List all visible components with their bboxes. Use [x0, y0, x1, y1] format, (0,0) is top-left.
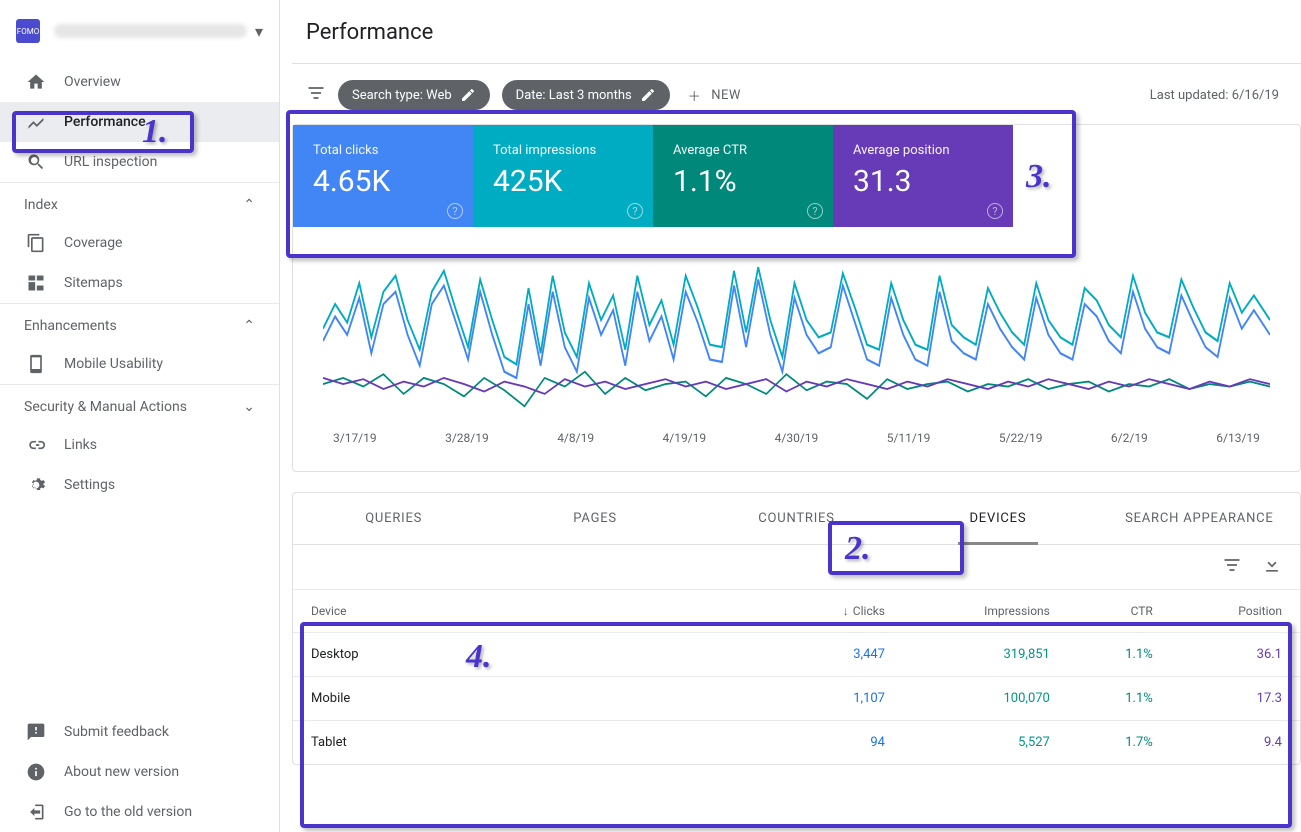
table-card: QUERIES PAGES COUNTRIES DEVICES SEARCH A… [292, 492, 1301, 765]
sidebar-label: Sitemaps [64, 275, 123, 291]
help-icon[interactable]: ? [807, 203, 823, 219]
download-icon[interactable] [1262, 555, 1282, 579]
metrics-row: Total clicks 4.65K ? Total impressions 4… [293, 125, 1300, 227]
property-selector[interactable]: FOMO ▾ [0, 0, 279, 62]
plus-icon: ＋ [688, 86, 702, 105]
table-row[interactable]: Desktop3,447319,8511.1%36.1 [293, 633, 1300, 677]
tab-queries[interactable]: QUERIES [293, 493, 494, 544]
metric-average-ctr[interactable]: Average CTR 1.1% ? [653, 125, 833, 227]
gear-icon [24, 473, 48, 497]
chart-line-icon [24, 110, 48, 134]
sidebar-item-mobile-usability[interactable]: Mobile Usability [0, 344, 279, 384]
sidebar-label: Mobile Usability [64, 356, 163, 372]
last-updated-label: Last updated: 6/16/19 [1150, 88, 1287, 103]
sidebar-section-index[interactable]: Index ⌃ [0, 182, 279, 223]
filter-icon[interactable] [306, 83, 326, 107]
phone-icon [24, 352, 48, 376]
sidebar-footer-about[interactable]: About new version [0, 752, 279, 792]
property-url-blurred [54, 24, 247, 38]
feedback-icon [24, 720, 48, 744]
pencil-icon [460, 87, 476, 103]
sidebar-item-url-inspection[interactable]: URL inspection [0, 142, 279, 182]
sidebar-label: Settings [64, 477, 115, 493]
main-content: Performance Search type: Web Date: Last … [280, 0, 1301, 832]
page-title: Performance [292, 0, 1301, 64]
sidebar-item-sitemaps[interactable]: Sitemaps [0, 263, 279, 303]
sidebar-item-links[interactable]: Links [0, 425, 279, 465]
sidebar-item-performance[interactable]: Performance [0, 102, 279, 142]
property-logo: FOMO [16, 19, 40, 43]
th-position[interactable]: Position [1171, 590, 1300, 633]
sidebar-label: Coverage [64, 235, 122, 251]
sidebar-item-settings[interactable]: Settings [0, 465, 279, 505]
pencil-icon [640, 87, 656, 103]
tab-countries[interactable]: COUNTRIES [696, 493, 897, 544]
sidebar: FOMO ▾ Overview Performance URL inspecti… [0, 0, 280, 832]
chevron-down-icon: ⌄ [243, 399, 255, 415]
filter-bar: Search type: Web Date: Last 3 months ＋ N… [292, 80, 1301, 124]
chart-area: 3/17/19 3/28/19 4/8/19 4/19/19 4/30/19 5… [293, 227, 1300, 471]
chart-x-axis: 3/17/19 3/28/19 4/8/19 4/19/19 4/30/19 5… [323, 425, 1270, 459]
chevron-down-icon: ▾ [255, 22, 263, 41]
th-impressions[interactable]: Impressions [903, 590, 1068, 633]
tab-devices[interactable]: DEVICES [897, 493, 1098, 544]
help-icon[interactable]: ? [987, 203, 1003, 219]
sidebar-item-coverage[interactable]: Coverage [0, 223, 279, 263]
sidebar-item-overview[interactable]: Overview [0, 62, 279, 102]
filter-chip-date[interactable]: Date: Last 3 months [502, 80, 670, 110]
exit-icon [24, 800, 48, 824]
th-clicks[interactable]: ↓Clicks [776, 590, 903, 633]
th-ctr[interactable]: CTR [1068, 590, 1171, 633]
new-filter-button[interactable]: ＋ NEW [688, 86, 741, 105]
sidebar-footer-old-version[interactable]: Go to the old version [0, 792, 279, 832]
sitemap-icon [24, 271, 48, 295]
performance-line-chart [323, 261, 1270, 421]
help-icon[interactable]: ? [447, 203, 463, 219]
tab-pages[interactable]: PAGES [494, 493, 695, 544]
metric-average-position[interactable]: Average position 31.3 ? [833, 125, 1013, 227]
th-device[interactable]: Device [293, 590, 776, 633]
search-icon [24, 150, 48, 174]
home-icon [24, 70, 48, 94]
table-tabs: QUERIES PAGES COUNTRIES DEVICES SEARCH A… [293, 493, 1300, 545]
table-row[interactable]: Mobile1,107100,0701.1%17.3 [293, 677, 1300, 721]
chevron-up-icon: ⌃ [243, 197, 255, 213]
sidebar-footer-feedback[interactable]: Submit feedback [0, 712, 279, 752]
copy-icon [24, 231, 48, 255]
sidebar-label: Links [64, 437, 97, 453]
chevron-up-icon: ⌃ [243, 318, 255, 334]
filter-chip-search-type[interactable]: Search type: Web [338, 80, 490, 110]
help-icon[interactable]: ? [627, 203, 643, 219]
devices-table: Device ↓Clicks Impressions CTR Position … [293, 589, 1300, 764]
sidebar-label: Overview [64, 74, 121, 90]
tab-search-appearance[interactable]: SEARCH APPEARANCE [1099, 493, 1300, 544]
table-row[interactable]: Tablet945,5271.7%9.4 [293, 721, 1300, 765]
sidebar-label: URL inspection [64, 154, 157, 170]
metric-total-impressions[interactable]: Total impressions 425K ? [473, 125, 653, 227]
sidebar-section-enhancements[interactable]: Enhancements ⌃ [0, 303, 279, 344]
metric-total-clicks[interactable]: Total clicks 4.65K ? [293, 125, 473, 227]
performance-card: Total clicks 4.65K ? Total impressions 4… [292, 124, 1301, 472]
filter-icon[interactable] [1222, 555, 1242, 579]
link-icon [24, 433, 48, 457]
sort-desc-icon: ↓ [843, 604, 849, 618]
sidebar-label: Performance [64, 114, 146, 130]
sidebar-section-security[interactable]: Security & Manual Actions ⌄ [0, 384, 279, 425]
info-icon [24, 760, 48, 784]
